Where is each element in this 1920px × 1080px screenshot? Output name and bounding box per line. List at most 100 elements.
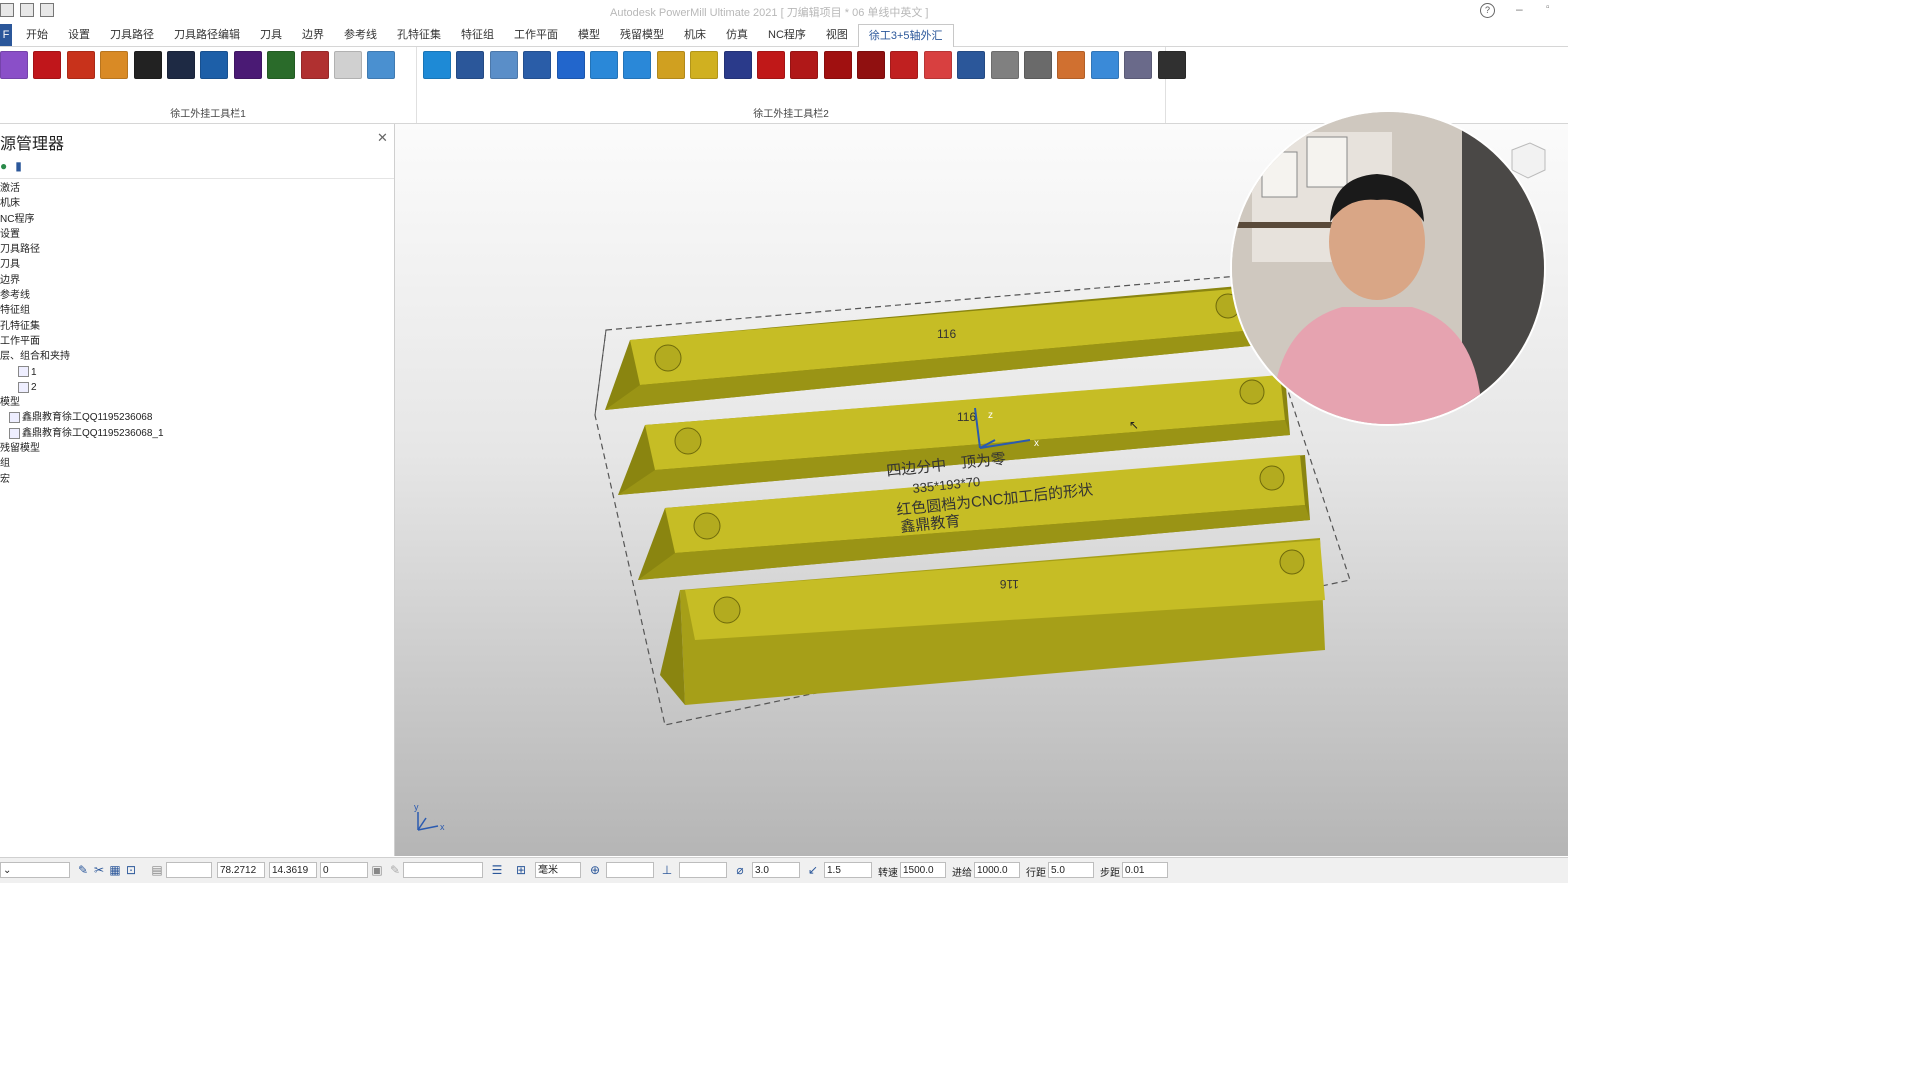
g2-tool-18-icon[interactable] — [990, 51, 1019, 79]
g2-tool-19-icon[interactable] — [1024, 51, 1053, 79]
tab-5[interactable]: 边界 — [292, 24, 334, 46]
tab-11[interactable]: 残留模型 — [610, 24, 674, 46]
g1-tool-12-icon[interactable] — [367, 51, 396, 79]
coord-z-field[interactable]: 0 — [320, 862, 368, 878]
tool-field[interactable] — [679, 862, 727, 878]
tree-node[interactable]: 模型 — [0, 395, 394, 410]
pencil-icon[interactable]: ✎ — [388, 863, 402, 877]
tree-node[interactable]: 残留模型 — [0, 441, 394, 456]
tolerance-icon[interactable]: ↙ — [806, 863, 820, 877]
tab-10[interactable]: 模型 — [568, 24, 610, 46]
globe-icon[interactable]: ● — [0, 159, 7, 173]
measure-icon[interactable]: ⊞ — [514, 863, 528, 877]
g2-tool-4-icon[interactable] — [523, 51, 552, 79]
depth-field[interactable]: 0.01 — [1122, 862, 1168, 878]
tab-15[interactable]: 视图 — [816, 24, 858, 46]
tree-node[interactable]: 1 — [0, 365, 394, 380]
tab-8[interactable]: 特征组 — [451, 24, 504, 46]
g2-tool-5-icon[interactable] — [556, 51, 585, 79]
tab-16[interactable]: 徐工3+5轴外汇 — [857, 24, 954, 48]
tab-4[interactable]: 刀具 — [250, 24, 292, 46]
tree-node[interactable]: 组 — [0, 456, 394, 471]
grid-icon[interactable]: ▤ — [150, 863, 164, 877]
tree-node[interactable]: 边界 — [0, 273, 394, 288]
g1-tool-6-icon[interactable] — [166, 51, 195, 79]
restore-icon[interactable]: ▫ — [1546, 2, 1550, 13]
box-select-icon[interactable]: ▦ — [108, 863, 122, 877]
tree-node[interactable]: 鑫鼎教育徐工QQ1195236068 — [0, 410, 394, 425]
tab-14[interactable]: NC程序 — [758, 24, 816, 46]
tab-6[interactable]: 参考线 — [334, 24, 387, 46]
tree-node[interactable]: 宏 — [0, 472, 394, 487]
g1-tool-2-icon[interactable] — [33, 51, 62, 79]
g1-tool-4-icon[interactable] — [100, 51, 129, 79]
select-tool-icon[interactable]: ✎ — [76, 863, 90, 877]
g2-tool-16-icon[interactable] — [923, 51, 952, 79]
tree-node[interactable]: 鑫鼎教育徐工QQ1195236068_1 — [0, 426, 394, 441]
lasso-icon[interactable]: ✂ — [92, 863, 106, 877]
g2-tool-6-icon[interactable] — [589, 51, 618, 79]
step-field[interactable]: 5.0 — [1048, 862, 1094, 878]
tab-2[interactable]: 刀具路径 — [100, 24, 164, 46]
tree-node[interactable]: 机床 — [0, 196, 394, 211]
coord-y-field[interactable]: 14.3619 — [269, 862, 317, 878]
tree-node[interactable]: 刀具 — [0, 257, 394, 272]
g2-tool-13-icon[interactable] — [823, 51, 852, 79]
g1-tool-11-icon[interactable] — [333, 51, 362, 79]
g2-tool-23-icon[interactable] — [1157, 51, 1186, 79]
tab-13[interactable]: 仿真 — [716, 24, 758, 46]
feed-field[interactable]: 1000.0 — [974, 862, 1020, 878]
tree-node[interactable]: 刀具路径 — [0, 242, 394, 257]
g1-tool-7-icon[interactable] — [200, 51, 229, 79]
tolerance-field[interactable]: 1.5 — [824, 862, 872, 878]
tab-3[interactable]: 刀具路径编辑 — [164, 24, 250, 46]
empty-field[interactable] — [403, 862, 483, 878]
tab-0[interactable]: 开始 — [16, 24, 58, 46]
g2-tool-2-icon[interactable] — [456, 51, 485, 79]
tree-node[interactable]: 激活 — [0, 181, 394, 196]
snap-icon[interactable]: ▣ — [370, 863, 384, 877]
diameter-field[interactable]: 3.0 — [752, 862, 800, 878]
g2-tool-3-icon[interactable] — [489, 51, 518, 79]
lock-icon[interactable]: ⊡ — [124, 863, 138, 877]
g2-tool-7-icon[interactable] — [623, 51, 652, 79]
g2-tool-21-icon[interactable] — [1090, 51, 1119, 79]
list-icon[interactable]: ☰ — [490, 863, 504, 877]
g2-tool-8-icon[interactable] — [656, 51, 685, 79]
tab-7[interactable]: 孔特征集 — [387, 24, 451, 46]
close-icon[interactable]: ✕ — [377, 130, 388, 146]
g2-tool-17-icon[interactable] — [957, 51, 986, 79]
g2-tool-10-icon[interactable] — [723, 51, 752, 79]
tree-node[interactable]: 参考线 — [0, 288, 394, 303]
tree-node[interactable]: 孔特征集 — [0, 319, 394, 334]
g2-tool-12-icon[interactable] — [790, 51, 819, 79]
tool-icon[interactable]: ⊥ — [660, 863, 674, 877]
tree-node[interactable]: 工作平面 — [0, 334, 394, 349]
tree-node[interactable]: 特征组 — [0, 303, 394, 318]
workplane-field[interactable] — [606, 862, 654, 878]
tree-node[interactable]: 设置 — [0, 227, 394, 242]
layers-icon[interactable] — [40, 3, 54, 17]
blank-field[interactable] — [166, 862, 212, 878]
g2-tool-15-icon[interactable] — [890, 51, 919, 79]
g1-tool-8-icon[interactable] — [233, 51, 262, 79]
g1-tool-5-icon[interactable] — [133, 51, 162, 79]
tab-1[interactable]: 设置 — [58, 24, 100, 46]
g2-tool-14-icon[interactable] — [857, 51, 886, 79]
g2-tool-20-icon[interactable] — [1057, 51, 1086, 79]
help-icon[interactable]: ? — [1480, 3, 1495, 18]
selection-dropdown[interactable]: ⌄ — [0, 862, 70, 878]
g2-tool-1-icon[interactable] — [423, 51, 451, 79]
delete-icon[interactable]: ▮ — [15, 159, 22, 173]
g1-tool-1-icon[interactable] — [0, 51, 28, 79]
units-field[interactable]: 毫米 — [535, 862, 581, 878]
tab-9[interactable]: 工作平面 — [504, 24, 568, 46]
tree-node[interactable]: NC程序 — [0, 212, 394, 227]
g2-tool-9-icon[interactable] — [690, 51, 719, 79]
g1-tool-9-icon[interactable] — [267, 51, 296, 79]
tab-12[interactable]: 机床 — [674, 24, 716, 46]
g1-tool-3-icon[interactable] — [66, 51, 95, 79]
speed-field[interactable]: 1500.0 — [900, 862, 946, 878]
tree-node[interactable]: 层、组合和夹持 — [0, 349, 394, 364]
g2-tool-22-icon[interactable] — [1124, 51, 1153, 79]
